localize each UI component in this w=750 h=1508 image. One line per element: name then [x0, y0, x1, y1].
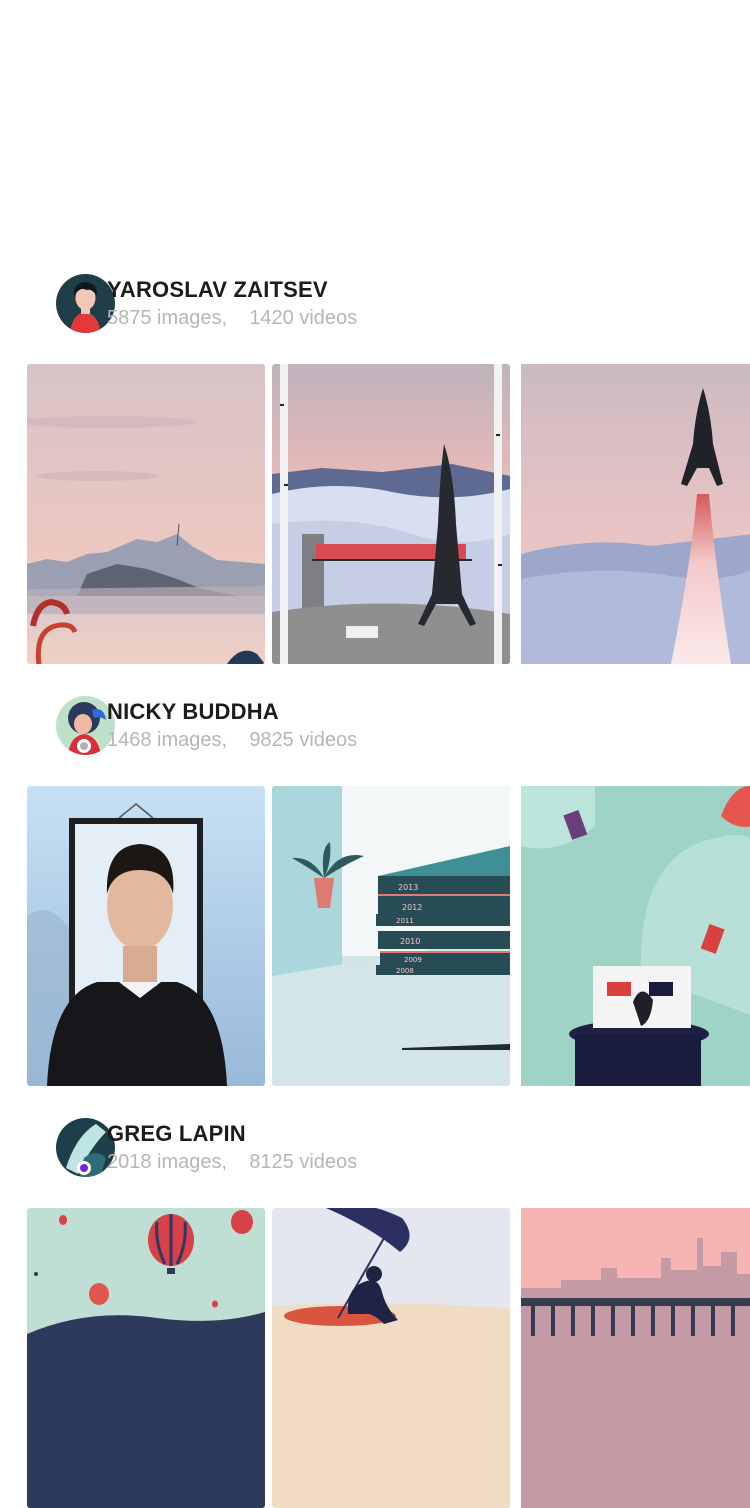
- avatar[interactable]: [28, 1118, 115, 1177]
- book-year: 2013: [398, 883, 418, 892]
- gallery-thumb-rocket-launch[interactable]: [518, 364, 750, 664]
- profile-name[interactable]: YAROSLAV ZAITSEV: [107, 277, 328, 303]
- gallery-thumb-glass-dome[interactable]: [518, 786, 750, 1086]
- gallery-thumb-balloons[interactable]: [27, 1208, 265, 1508]
- images-count: 1468 images,: [107, 729, 228, 751]
- profile-stats: 5875 images, 1420 videos: [107, 307, 357, 330]
- avatar[interactable]: [28, 696, 115, 755]
- book-year: 2009: [404, 956, 422, 964]
- gallery-thumb-man-mirror[interactable]: [27, 786, 265, 1086]
- status-dot: [77, 739, 91, 753]
- gallery-thumb-city[interactable]: [518, 1208, 750, 1508]
- profile-name[interactable]: GREG LAPIN: [107, 1121, 246, 1147]
- videos-count: 8125 videos: [249, 1151, 358, 1173]
- profile-name[interactable]: NICKY BUDDHA: [107, 699, 279, 725]
- avatar[interactable]: [28, 274, 115, 333]
- images-count: 5875 images,: [107, 307, 228, 329]
- images-count: 2018 images,: [107, 1151, 228, 1173]
- book-year: 2012: [402, 903, 422, 912]
- book-year: 2010: [400, 937, 420, 946]
- gallery-thumb-museum[interactable]: [27, 364, 265, 664]
- gallery-thumb-books[interactable]: 2013 2012 2011 2010 2009 2008: [272, 786, 510, 1086]
- gallery-thumb-rocket-bridge[interactable]: [272, 364, 510, 664]
- book-year: 2011: [396, 917, 414, 925]
- videos-count: 1420 videos: [249, 307, 358, 329]
- status-dot: [77, 1161, 91, 1175]
- book-year: 2008: [396, 967, 414, 975]
- profile-stats: 1468 images, 9825 videos: [107, 729, 357, 752]
- profile-stats: 2018 images, 8125 videos: [107, 1151, 357, 1174]
- gallery-thumb-umbrella[interactable]: [272, 1208, 510, 1508]
- videos-count: 9825 videos: [249, 729, 358, 751]
